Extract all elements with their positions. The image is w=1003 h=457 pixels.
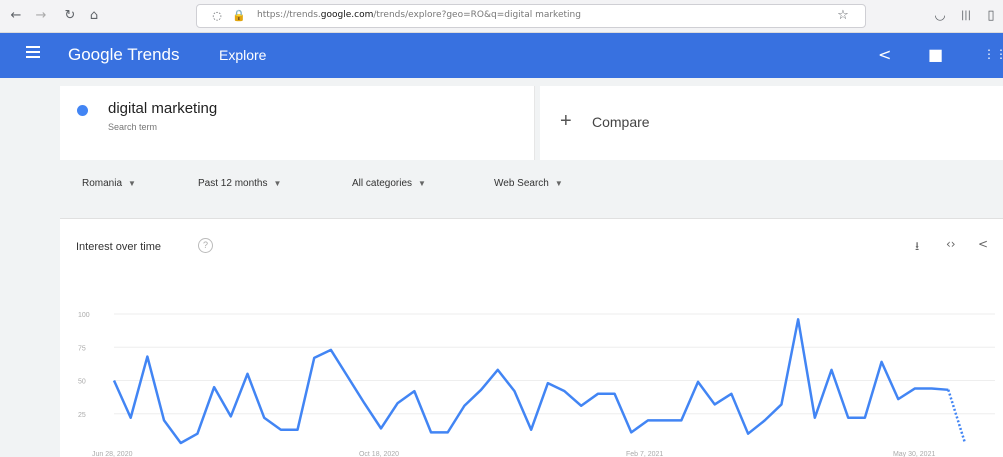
bookmark-star-icon[interactable]: ☆ <box>835 8 851 24</box>
url-text: https://trends.google.com/trends/explore… <box>257 10 581 20</box>
x-tick-label: May 30, 2021 <box>893 451 936 457</box>
x-tick-label: Jun 28, 2020 <box>92 451 133 457</box>
browser-toolbar: ← → ↻ ⌂ ◌ 🔒 https://trends.google.com/tr… <box>0 0 1003 33</box>
y-tick-label: 100 <box>78 312 90 319</box>
region-filter[interactable]: Romania ▼ <box>82 178 136 189</box>
partial-data-line <box>947 389 967 444</box>
address-bar[interactable]: ◌ 🔒 https://trends.google.com/trends/exp… <box>196 4 866 28</box>
compare-card[interactable]: + Compare <box>540 86 1003 160</box>
pocket-icon[interactable]: ◡ <box>932 8 948 24</box>
search-term-card[interactable]: digital marketing Search term <box>60 86 535 160</box>
apps-grid-icon[interactable]: ⋮⋮ <box>983 47 1003 61</box>
search-term-text[interactable]: digital marketing <box>108 100 217 117</box>
y-tick-label: 50 <box>78 379 86 386</box>
y-tick-label: 25 <box>78 412 86 419</box>
category-filter[interactable]: All categories ▼ <box>352 178 426 189</box>
term-color-dot <box>77 105 88 116</box>
library-icon[interactable]: ||| <box>958 8 974 24</box>
compare-label[interactable]: Compare <box>592 114 650 130</box>
back-arrow-icon[interactable]: ← <box>8 8 24 24</box>
series-line <box>112 318 949 445</box>
forward-arrow-icon[interactable]: → <box>33 8 49 24</box>
shield-icon[interactable]: ◌ <box>209 8 225 24</box>
interest-line-chart[interactable]: 100 75 50 25 Jun 28, 2020 Oct 18, 2020 Feb 7, … <box>60 219 1003 457</box>
time-filter[interactable]: Past 12 months ▼ <box>198 178 281 189</box>
chevron-down-icon: ▼ <box>128 179 136 188</box>
chevron-down-icon: ▼ <box>554 179 563 188</box>
trends-header: Google Trends Explore < ■ ⋮⋮ <box>0 33 1003 78</box>
lock-icon[interactable]: 🔒 <box>231 8 247 24</box>
search-term-row: digital marketing Search term + Compare <box>0 78 1003 160</box>
reload-icon[interactable]: ↻ <box>62 8 78 24</box>
interest-over-time-card: Interest over time ? ⭳ ‹› < 100 75 50 25 Jun… <box>60 218 1003 457</box>
y-tick-label: 75 <box>78 345 86 352</box>
chevron-down-icon: ▼ <box>418 179 426 188</box>
x-tick-label: Feb 7, 2021 <box>626 451 663 457</box>
chevron-down-icon: ▼ <box>273 179 282 188</box>
menu-icon[interactable] <box>26 46 40 61</box>
brand-title[interactable]: Google Trends <box>68 45 180 65</box>
sidebar-icon[interactable]: ▯ <box>983 8 999 24</box>
plus-icon[interactable]: + <box>560 110 572 133</box>
explore-link[interactable]: Explore <box>219 47 266 63</box>
filter-row: Romania ▼ Past 12 months ▼ All categories ▼… <box>0 160 1003 208</box>
home-icon[interactable]: ⌂ <box>86 8 102 24</box>
share-icon[interactable]: < <box>878 45 891 64</box>
x-tick-label: Oct 18, 2020 <box>359 451 399 457</box>
search-term-type: Search term <box>108 122 158 132</box>
feedback-icon[interactable]: ■ <box>928 45 943 64</box>
search-type-filter[interactable]: Web Search ▼ <box>494 178 563 189</box>
